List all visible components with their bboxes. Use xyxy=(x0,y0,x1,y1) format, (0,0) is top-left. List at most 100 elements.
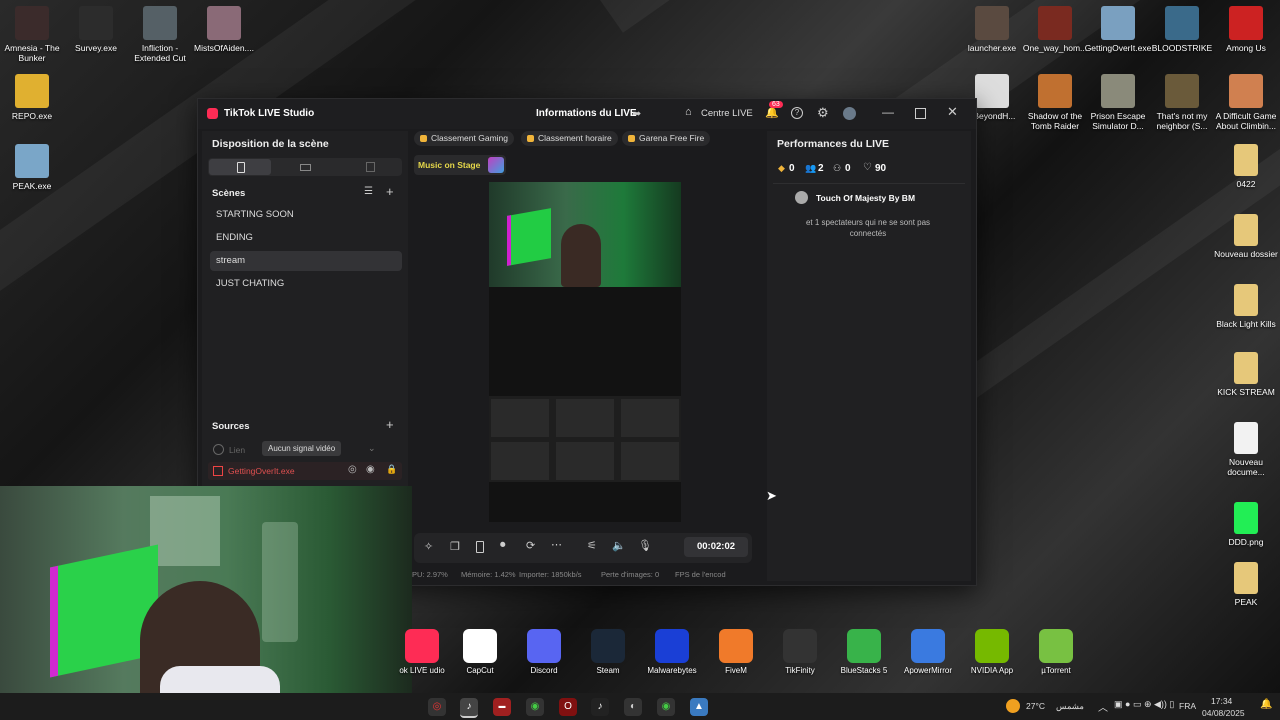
desktop-icon[interactable]: Black Light Kills xyxy=(1212,284,1280,329)
desktop-icon[interactable]: Survey.exe xyxy=(62,6,130,53)
landscape-orientation-button[interactable] xyxy=(300,164,311,171)
clock-time[interactable]: 17:34 xyxy=(1211,696,1232,706)
desktop-icon[interactable]: PEAK xyxy=(1212,562,1280,607)
desktop-icon[interactable]: Infliction - Extended Cut xyxy=(126,6,194,63)
phone-preview[interactable] xyxy=(489,182,681,522)
desktop-icon[interactable]: Amnesia - The Bunker xyxy=(0,6,66,63)
desktop-icon[interactable]: KICK STREAM xyxy=(1212,352,1280,397)
replay-icon[interactable]: ⟳ xyxy=(526,539,535,552)
microphone-icon[interactable]: 🎙 xyxy=(638,539,652,552)
desktop-icon[interactable]: 0422 xyxy=(1212,144,1280,189)
title-bar: TikTok LIVE Studio Informations du LIVE … xyxy=(198,99,976,129)
ranking-chip[interactable]: Garena Free Fire xyxy=(622,131,711,146)
pinned-app[interactable]: CapCut xyxy=(450,629,510,675)
pinned-app[interactable]: NVIDIA App xyxy=(962,629,1022,675)
maximize-button[interactable] xyxy=(915,108,926,119)
add-source-button[interactable]: + xyxy=(386,417,394,432)
live-performance-panel: Performances du LIVE ◆ 0 👥 2 ⚇ 0 ♡ 90 To… xyxy=(767,131,971,581)
pinned-app[interactable]: ApowerMirror xyxy=(898,629,958,675)
desktop-icon[interactable]: BLOODSTRIKE xyxy=(1148,6,1216,53)
desktop-icon[interactable]: GettingOverIt.exe xyxy=(1084,6,1152,53)
desktop-icon[interactable]: That's not my neighbor (S... xyxy=(1148,74,1216,131)
pinned-app[interactable]: TikFinity xyxy=(770,629,830,675)
close-button[interactable]: ✕ xyxy=(947,104,958,120)
desktop-icon[interactable]: One_way_hom... xyxy=(1021,6,1089,53)
scene-item[interactable]: STARTING SOON xyxy=(210,205,402,225)
list-icon[interactable]: ☰ xyxy=(364,186,373,197)
add-scene-button[interactable]: + xyxy=(386,184,394,199)
viewer-avatar[interactable] xyxy=(795,191,808,204)
clock-date[interactable]: 04/08/2025 xyxy=(1202,708,1245,718)
record-icon[interactable]: ⏺ xyxy=(500,539,506,552)
ranking-chip[interactable]: Classement Gaming xyxy=(414,131,515,146)
weather-temperature[interactable]: 27°C xyxy=(1026,701,1045,711)
tray-system-icons[interactable]: ▣ ● ▭ ⊕ ◀)) ▯ xyxy=(1114,699,1174,710)
target-icon[interactable]: ◎ xyxy=(348,464,357,475)
scene-item[interactable]: JUST CHATING xyxy=(210,274,402,294)
desktop-icon[interactable]: REPO.exe xyxy=(0,74,66,121)
speaker-icon[interactable]: 🔈 xyxy=(612,539,626,552)
pinned-app[interactable]: FiveM xyxy=(706,629,766,675)
notification-bell-icon[interactable]: 🔔 xyxy=(1260,699,1272,710)
scene-item[interactable]: stream xyxy=(210,251,402,271)
desktop-icon-label: Prison Escape Simulator D... xyxy=(1090,111,1146,131)
chrome-icon[interactable]: ◉ xyxy=(526,698,544,716)
ranking-chip[interactable]: Classement horaire xyxy=(521,131,618,146)
desktop-icon[interactable]: Shadow of the Tomb Raider xyxy=(1021,74,1089,131)
source-row-game[interactable]: GettingOverIt.exe ◎ ◉ 🔒 xyxy=(208,462,402,480)
desktop-icon[interactable]: launcher.exe xyxy=(958,6,1026,53)
mirror-app-icon[interactable]: ◐ xyxy=(624,698,642,716)
effects-icon[interactable]: ✧ xyxy=(424,540,433,553)
pinned-app[interactable]: BlueStacks 5 xyxy=(834,629,894,675)
mixer-icon[interactable]: ⚟ xyxy=(587,539,597,552)
tiktok-live-icon[interactable]: ♪ xyxy=(460,698,478,718)
opera-gx-icon[interactable]: ◎ xyxy=(428,698,446,716)
chevron-down-icon[interactable]: ⌄ xyxy=(368,443,376,454)
desktop-icon[interactable]: MistsOfAiden.... xyxy=(190,6,258,53)
desktop-icon[interactable]: Nouveau docume... xyxy=(1212,422,1280,477)
settings-gear-icon[interactable]: ⚙ xyxy=(817,105,829,121)
desktop-icon-label: Among Us xyxy=(1226,43,1266,53)
source-link-label[interactable]: Lien xyxy=(229,445,245,455)
desktop-icon[interactable]: Among Us xyxy=(1212,6,1280,53)
scenes-label: Scènes xyxy=(212,188,246,199)
lock-icon[interactable]: 🔒 xyxy=(386,464,397,475)
desktop-icon[interactable]: DDD.png xyxy=(1212,502,1280,547)
share-icon[interactable]: ➦ xyxy=(632,107,641,120)
desktop-icon[interactable]: Nouveau dossier xyxy=(1212,214,1280,259)
pinned-app[interactable]: ok LIVE udio xyxy=(392,629,452,675)
help-icon[interactable]: ? xyxy=(791,107,803,119)
avatar[interactable] xyxy=(843,107,856,120)
home-icon[interactable]: ⌂ xyxy=(685,106,692,118)
desktop-icon-label: BLOODSTRIKE xyxy=(1151,43,1213,53)
chrome-icon[interactable]: ◉ xyxy=(657,698,675,716)
desktop-icon[interactable]: Prison Escape Simulator D... xyxy=(1084,74,1152,131)
pinned-app[interactable]: Discord xyxy=(514,629,574,675)
centre-live-button[interactable]: Centre LIVE xyxy=(701,108,753,119)
opera-icon[interactable]: O xyxy=(559,698,577,716)
eye-icon[interactable]: ◉ xyxy=(366,464,375,475)
more-icon[interactable]: ⋯ xyxy=(551,538,562,551)
layers-icon[interactable]: ❐ xyxy=(450,540,460,553)
folder-icon xyxy=(1234,284,1258,316)
folder-icon xyxy=(1234,352,1258,384)
tray-chevron-icon[interactable]: ︿ xyxy=(1098,699,1108,714)
scene-item[interactable]: ENDING xyxy=(210,228,402,248)
minimize-button[interactable]: — xyxy=(882,105,894,119)
pinned-app[interactable]: Malwarebytes xyxy=(642,629,702,675)
music-on-stage-chip[interactable]: Music on Stage xyxy=(414,155,506,175)
phone-mode-icon[interactable] xyxy=(476,541,484,553)
portrait-orientation-button[interactable] xyxy=(209,159,271,175)
viewer-name[interactable]: Touch Of Majesty By BM xyxy=(816,193,915,203)
input-language[interactable]: FRA xyxy=(1179,701,1196,711)
multi-layout-button[interactable] xyxy=(366,162,375,172)
desktop-icon[interactable]: A Difficult Game About Climbin... xyxy=(1212,74,1280,131)
pinned-app[interactable]: µTorrent xyxy=(1026,629,1086,675)
tiktok-icon[interactable]: ♪ xyxy=(591,698,609,716)
weather-condition[interactable]: مشمس xyxy=(1056,701,1084,712)
desktop-icon[interactable]: PEAK.exe xyxy=(0,144,66,191)
app-icon[interactable]: ▬ xyxy=(493,698,511,716)
photos-icon[interactable]: ▲ xyxy=(690,698,708,716)
live-info-title[interactable]: Informations du LIVE xyxy=(536,108,637,119)
pinned-app[interactable]: Steam xyxy=(578,629,638,675)
